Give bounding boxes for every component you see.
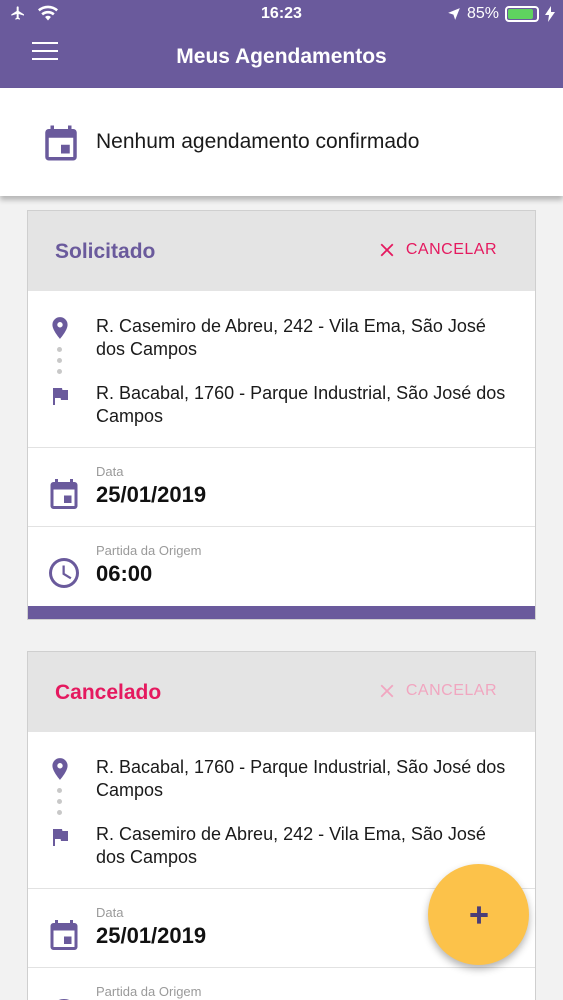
status-label: Solicitado [55, 240, 156, 263]
app-header: 16:23 85% Meus Agendamentos [0, 0, 563, 88]
route-dots [57, 788, 63, 821]
charging-icon [545, 6, 555, 22]
clock-icon [49, 558, 79, 588]
time-label: Partida da Origem [96, 984, 202, 999]
time-row: Partida da Origem [28, 968, 535, 1000]
date-label: Data [96, 905, 124, 920]
route-section: R. Casemiro de Abreu, 242 - Vila Ema, Sã… [28, 291, 535, 448]
close-icon [380, 243, 394, 257]
cancel-button[interactable]: CANCELAR [376, 239, 497, 261]
cancel-label: CANCELAR [405, 682, 497, 699]
destination-address: R. Bacabal, 1760 - Parque Industrial, Sã… [96, 383, 506, 426]
flag-icon [53, 829, 68, 846]
date-row: Data 25/01/2019 [28, 448, 535, 527]
clock-icon [58, 999, 70, 1000]
time-value: 06:00 [96, 561, 153, 586]
page-title: Meus Agendamentos [176, 45, 387, 68]
origin-address: R. Bacabal, 1760 - Parque Industrial, Sã… [96, 757, 506, 800]
date-label: Data [96, 464, 124, 479]
card-header: Cancelado CANCELAR [28, 652, 535, 732]
origin-address: R. Casemiro de Abreu, 242 - Vila Ema, Sã… [96, 316, 486, 359]
battery-percent: 85% [466, 5, 499, 22]
cancel-button[interactable]: CANCELAR [376, 680, 497, 702]
banner-text: Nenhum agendamento confirmado [96, 130, 420, 153]
date-value: 25/01/2019 [96, 923, 207, 948]
card-bottom-bar [28, 606, 535, 619]
location-pin-icon [52, 758, 68, 780]
battery-icon [505, 6, 539, 22]
add-appointment-button[interactable] [428, 864, 529, 965]
card-header: Solicitado CANCELAR [28, 211, 535, 291]
route-section: R. Bacabal, 1760 - Parque Industrial, Sã… [28, 732, 535, 889]
status-bar: 16:23 85% [0, 0, 563, 30]
location-arrow-icon [448, 8, 460, 20]
appointment-card[interactable]: Solicitado CANCELAR R. Casemiro de Abreu… [27, 210, 536, 620]
plus-icon [469, 905, 488, 924]
cancel-label: CANCELAR [405, 241, 497, 258]
calendar-icon [50, 920, 78, 950]
status-label: Cancelado [55, 681, 162, 704]
destination-address: R. Casemiro de Abreu, 242 - Vila Ema, Sã… [96, 824, 486, 867]
date-value: 25/01/2019 [96, 482, 207, 507]
location-pin-icon [52, 317, 68, 339]
time-label: Partida da Origem [96, 543, 202, 558]
flag-icon [53, 388, 68, 405]
calendar-icon [50, 479, 78, 509]
time-row: Partida da Origem 06:00 [28, 527, 535, 606]
calendar-icon [45, 125, 77, 161]
route-dots [57, 347, 63, 380]
status-right: 85% [447, 5, 555, 23]
close-icon [380, 684, 394, 698]
